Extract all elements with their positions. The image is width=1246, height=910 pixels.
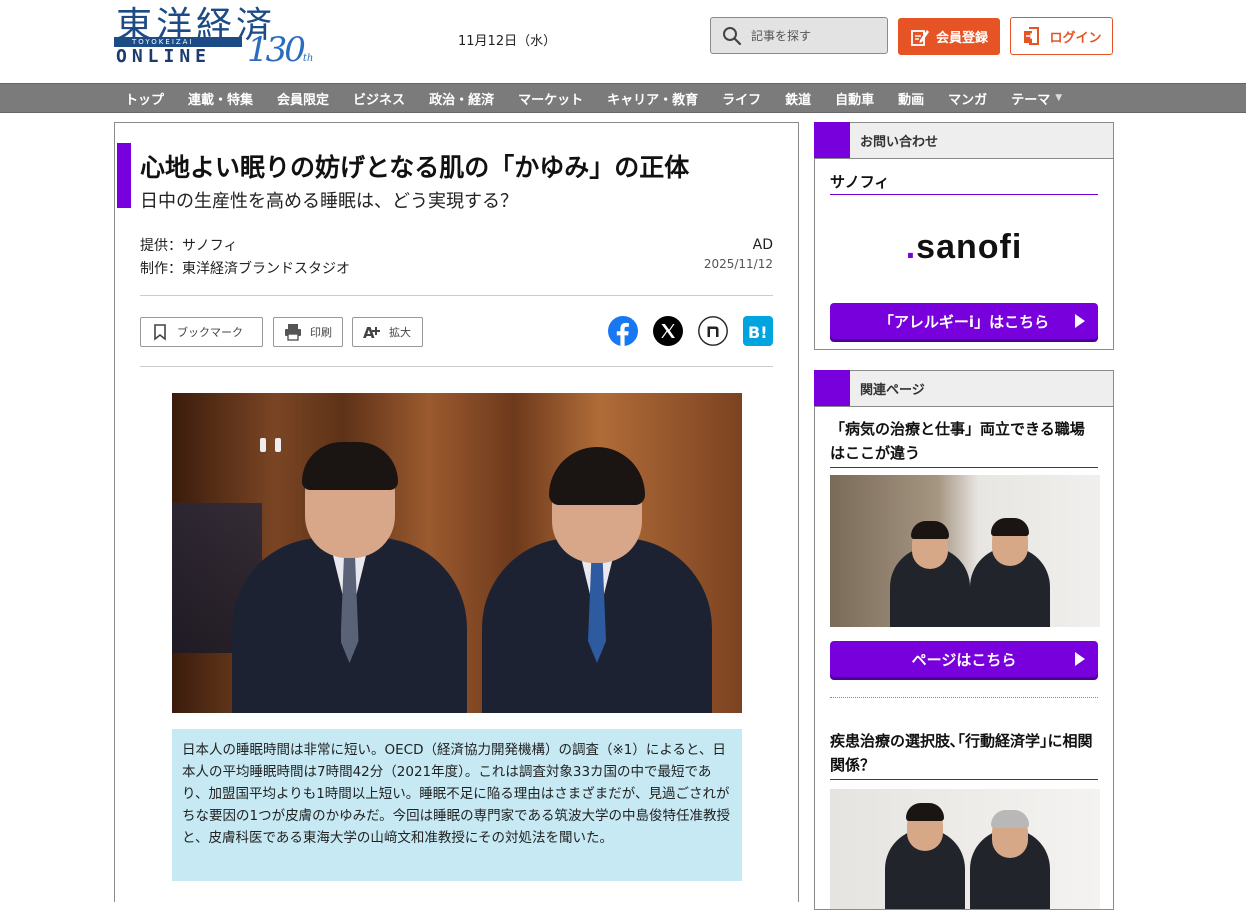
nav-item-career[interactable]: キャリア・教育 <box>595 89 710 108</box>
nav-item-theme[interactable]: テーマ ▼ <box>999 89 1074 108</box>
contact-box-header: お問い合わせ <box>814 122 1113 159</box>
related-page-cta-label: ページはこちら <box>911 650 1017 669</box>
box-accent-square <box>814 122 850 158</box>
bookmark-label: ブックマーク <box>177 326 243 339</box>
photo-person <box>970 804 1050 909</box>
search-box[interactable] <box>710 17 888 54</box>
print-button[interactable]: 印刷 <box>273 317 343 347</box>
site-header: 東洋経済 TOYOKEIZAI ONLINE 130th 11月12日（水） 会… <box>0 0 1246 83</box>
publish-date: 2025/11/12 <box>703 257 773 271</box>
divider <box>140 366 773 367</box>
photo-hair <box>991 518 1029 536</box>
photo-hair <box>549 447 645 505</box>
box-accent-square <box>814 370 850 406</box>
current-date: 11月12日（水） <box>458 34 557 49</box>
related-box-header: 関連ページ <box>814 370 1113 407</box>
photo-hair <box>906 803 944 821</box>
nav-item-series[interactable]: 連載・特集 <box>176 89 265 108</box>
svg-text:B!: B! <box>748 323 768 342</box>
facebook-share-icon[interactable] <box>608 316 638 346</box>
bookmark-icon <box>154 324 166 341</box>
bookmark-button[interactable]: ブックマーク <box>140 317 263 347</box>
play-arrow-icon <box>1075 314 1085 328</box>
zoom-button[interactable]: A 拡大 <box>352 317 423 347</box>
hatena-bookmark-share-icon[interactable]: B! <box>743 316 773 346</box>
nav-item-theme-label: テーマ <box>1011 92 1051 108</box>
search-input[interactable] <box>751 28 871 43</box>
caret-down-icon: ▼ <box>1055 93 1063 103</box>
related-item-title[interactable]: 「病気の治療と仕事」両立できる職場はここが違う <box>830 417 1098 468</box>
play-arrow-icon <box>1075 652 1085 666</box>
nav-item-business[interactable]: ビジネス <box>341 89 417 108</box>
nav-item-market[interactable]: マーケット <box>506 89 595 108</box>
contact-box: お問い合わせ サノフィ .sanofi 「アレルギーi」はこちら <box>814 122 1114 350</box>
contact-heading: お問い合わせ <box>860 135 939 150</box>
register-button[interactable]: 会員登録 <box>898 18 1000 55</box>
nav-item-railway[interactable]: 鉄道 <box>773 89 823 108</box>
printer-icon <box>285 324 301 341</box>
login-label: ログイン <box>1049 30 1102 46</box>
article-hero-image <box>172 393 742 713</box>
photo-person-right <box>482 447 712 713</box>
related-item-image[interactable] <box>830 475 1100 627</box>
nav-item-video[interactable]: 動画 <box>886 89 936 108</box>
edit-icon <box>911 29 929 46</box>
nav-item-members[interactable]: 会員限定 <box>265 89 341 108</box>
login-button[interactable]: ログイン <box>1010 17 1113 55</box>
ad-label: AD <box>752 237 773 253</box>
article-lead: 日本人の睡眠時間は非常に短い。OECD（経済協力開発機構）の調査（※1）によると… <box>172 729 742 881</box>
print-label: 印刷 <box>310 326 332 339</box>
zoom-label: 拡大 <box>389 326 411 339</box>
related-box: 関連ページ 「病気の治療と仕事」両立できる職場はここが違う ページはこちら 疾患… <box>814 370 1114 910</box>
photo-hair <box>911 521 949 539</box>
nav-item-top[interactable]: トップ <box>113 89 176 108</box>
related-item-image[interactable] <box>830 789 1100 909</box>
x-share-icon[interactable] <box>653 316 683 346</box>
nav-item-manga[interactable]: マンガ <box>936 89 999 108</box>
note-share-icon[interactable] <box>698 316 728 346</box>
search-icon <box>723 26 742 45</box>
global-nav: トップ 連載・特集 会員限定 ビジネス 政治・経済 マーケット キャリア・教育 … <box>0 83 1246 113</box>
article-subtitle: 日中の生産性を高める睡眠は、どう実現する？ <box>140 191 518 212</box>
logo-text: sanofi <box>916 228 1023 266</box>
nav-item-life[interactable]: ライフ <box>710 89 773 108</box>
article-credits: 提供：サノフィ 制作：東洋経済ブランドスタジオ <box>140 235 350 281</box>
photo-person <box>970 502 1050 627</box>
allergy-cta-label: 「アレルギーi」はこちら <box>878 312 1050 331</box>
allergy-cta-button[interactable]: 「アレルギーi」はこちら <box>830 303 1098 339</box>
logo-anniversary-suffix: th <box>302 53 314 64</box>
title-accent-bar <box>117 143 131 208</box>
sanofi-logo[interactable]: .sanofi <box>815 228 1113 267</box>
sponsor-name: サノフィ <box>830 171 1098 195</box>
dotted-divider <box>830 697 1098 698</box>
logo-anniversary-number: 130 <box>247 30 306 70</box>
nav-item-automobile[interactable]: 自動車 <box>823 89 886 108</box>
register-label: 会員登録 <box>935 31 988 46</box>
nav-item-politics-economy[interactable]: 政治・経済 <box>417 89 506 108</box>
related-page-cta-button[interactable]: ページはこちら <box>830 641 1098 677</box>
article-provider: 提供：サノフィ <box>140 238 238 254</box>
article-producer: 制作：東洋経済ブランドスタジオ <box>140 261 350 277</box>
divider <box>140 295 773 296</box>
photo-person <box>890 507 970 627</box>
logo-online: ONLINE <box>116 46 212 67</box>
logo-anniversary: 130th <box>247 30 313 70</box>
text-enlarge-icon: A <box>363 324 380 341</box>
photo-hair <box>991 810 1029 828</box>
article-title: 心地よい眠りの妨げとなる肌の「かゆみ」の正体 <box>140 153 690 182</box>
photo-person <box>885 799 965 909</box>
svg-text:A: A <box>363 324 375 341</box>
login-icon <box>1024 27 1040 45</box>
article: 心地よい眠りの妨げとなる肌の「かゆみ」の正体 日中の生産性を高める睡眠は、どう実… <box>114 122 799 902</box>
photo-hair <box>301 442 398 490</box>
related-item-title[interactable]: 疾患治療の選択肢､｢行動経済学｣に相関関係？ <box>830 729 1098 780</box>
article-meta: AD 2025/11/12 <box>704 237 773 271</box>
site-logo[interactable]: 東洋経済 TOYOKEIZAI ONLINE 130th <box>114 0 313 75</box>
photo-person-left <box>232 442 467 713</box>
related-heading: 関連ページ <box>860 383 925 398</box>
logo-dot: . <box>905 228 917 266</box>
sidebar: お問い合わせ サノフィ .sanofi 「アレルギーi」はこちら 関連ページ 「… <box>814 122 1114 910</box>
